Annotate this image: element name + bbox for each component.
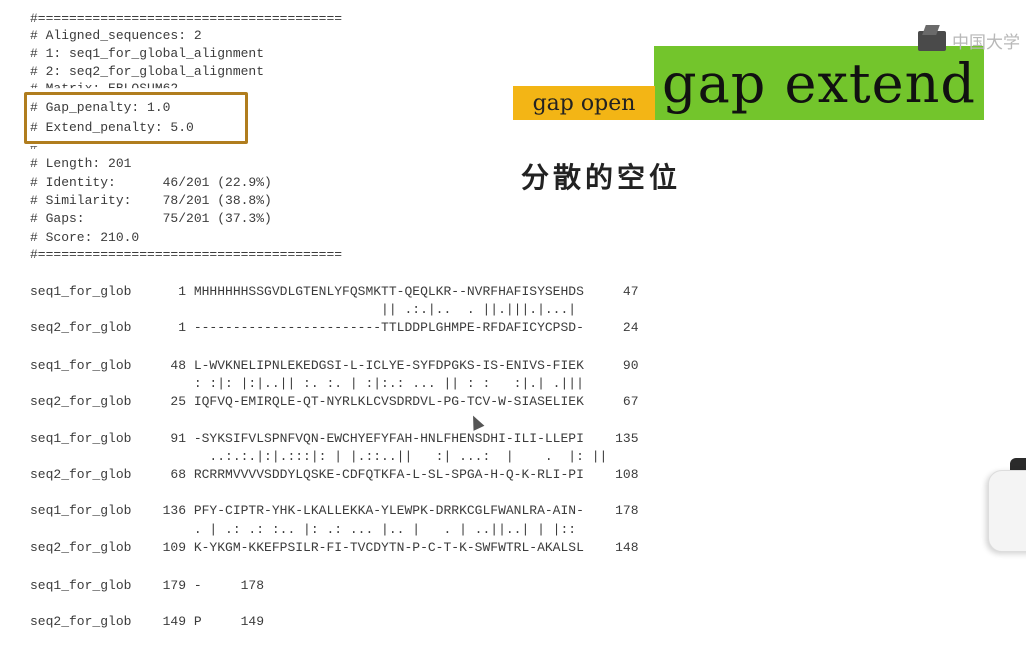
alignment-row-seq1: seq1_for_glob 136 PFY-CIPTR-YHK-LKALLEKK… [30,503,639,518]
separator-bottom: #======================================= [30,247,343,262]
penalty-highlight-box [24,92,248,144]
gap-open-label: gap open [513,86,655,120]
alignment-row-match: : :|: |:|..|| :. :. | :|:.: ... || : : :… [30,376,584,391]
alignment-row-match: ..:.:.|:|.:::|: | |.::..|| :| ...: | . |… [30,449,608,464]
aligned-sequences-line: # Aligned_sequences: 2 [30,28,202,43]
alignment-row-match: . | .: .: :.. |: .: ... |.. | . | ..||..… [30,522,577,537]
score-line: # Score: 210.0 [30,230,140,245]
watermark-text: 中国大学 [952,33,1020,53]
logo-icon [918,30,946,51]
identity-line: # Identity: 46/201 (22.9%) [30,175,272,190]
mouse-cursor-icon [467,413,485,431]
alignment-row-seq1: seq1_for_glob 1 MHHHHHHSSGVDLGTENLYFQSMK… [30,284,639,299]
similarity-line: # Similarity: 78/201 (38.8%) [30,193,272,208]
watermark: 中国大学 [918,28,1020,53]
scattered-gaps-caption: 分散的空位 [521,161,682,194]
seq2-name-line: # 2: seq2_for_global_alignment [30,64,265,79]
seq1-name-line: # 1: seq1_for_global_alignment [30,46,265,61]
alignment-row-seq1: seq1_for_glob 179 - 178 [30,578,265,593]
alignment-row-seq1: seq1_for_glob 48 L-WVKNELIPNLEKEDGSI-L-I… [30,358,639,373]
floating-side-button[interactable] [988,470,1026,552]
alignment-row-seq2: seq2_for_glob 25 IQFVQ-EMIRQLE-QT-NYRLKL… [30,394,639,409]
separator-top: #======================================= [30,11,343,26]
alignment-row-seq2: seq2_for_glob 109 K-YKGM-KKEFPSILR-FI-TV… [30,540,639,555]
gaps-line: # Gaps: 75/201 (37.3%) [30,211,272,226]
alignment-row-seq1: seq1_for_glob 91 -SYKSIFVLSPNFVQN-EWCHYE… [30,431,639,446]
alignment-row-match: || .:.|.. . ||.|||.|...| [30,302,577,317]
alignment-row-seq2: seq2_for_glob 1 ------------------------… [30,320,639,335]
length-line: # Length: 201 [30,156,132,171]
alignment-row-seq2: seq2_for_glob 68 RCRRMVVVVSDDYLQSKE-CDFQ… [30,467,639,482]
gap-extend-label: gap extend [654,46,984,120]
alignment-row-seq2: seq2_for_glob 149 P 149 [30,614,265,629]
